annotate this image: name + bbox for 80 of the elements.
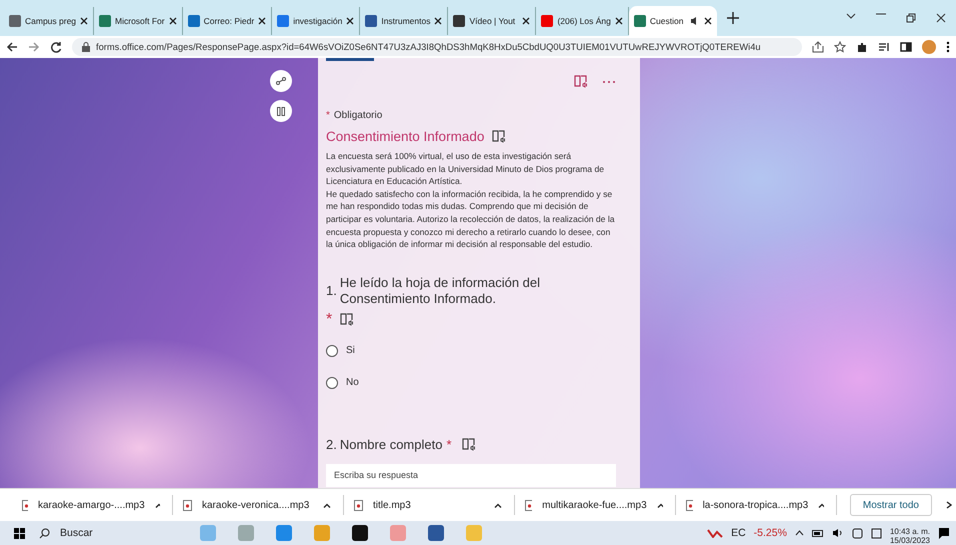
browser-tab[interactable]: Instrumentos [360, 7, 448, 35]
link-icon [276, 77, 286, 85]
answer-field[interactable]: Escriba su respuesta [326, 464, 616, 487]
header-bar [326, 58, 374, 61]
side-panel-icon[interactable] [900, 41, 912, 53]
immersive-reader-icon[interactable] [340, 313, 354, 326]
chevron-down-icon[interactable] [846, 13, 856, 19]
browser-tab[interactable]: investigación [272, 7, 360, 35]
download-name[interactable]: la-sonora-tropica....mp3 [702, 500, 808, 510]
browser-tab[interactable]: Correo: Piedr [182, 7, 272, 35]
browser-tab[interactable]: (206) Los Áng [536, 7, 629, 35]
immersive-reader-icon[interactable] [492, 130, 506, 143]
chevron-up-icon[interactable] [794, 530, 804, 536]
option-label[interactable]: Si [346, 345, 355, 356]
required-mark: * [446, 436, 452, 453]
more-icon[interactable] [602, 80, 616, 84]
lock-icon [82, 42, 90, 52]
immersive-reader-icon[interactable] [574, 75, 588, 88]
site-icon [99, 15, 112, 27]
menu-icon[interactable] [946, 41, 950, 53]
pause-button[interactable] [270, 100, 292, 122]
site-icon [365, 15, 378, 27]
browser-tab[interactable]: Campus preg [4, 7, 94, 35]
download-name[interactable]: multikaraoke-fue....mp3 [542, 500, 647, 510]
battery-icon[interactable] [812, 530, 824, 536]
file-icon[interactable] [22, 500, 28, 510]
required-note: Obligatorio [334, 110, 382, 121]
browser-tab[interactable]: Microsoft For [94, 7, 183, 35]
address-bar[interactable]: forms.office.com/Pages/ResponsePage.aspx?id=64W6sVOiZ0Se6NT47U3zAJ3I8QhDS3hMqK8HxDu5CbdUQ0U3TUIEM01VUTUwREJYWVROTjQ0TEREWi4u [72, 38, 802, 56]
notification-icon[interactable] [938, 527, 950, 539]
new-tab-icon[interactable] [726, 12, 739, 24]
link-button[interactable] [270, 70, 292, 92]
site-icon [541, 15, 554, 27]
puzzle-icon[interactable] [856, 41, 868, 53]
browser-tab[interactable]: Vídeo | Yout [448, 7, 536, 35]
site-icon [277, 15, 290, 27]
playlist-icon[interactable] [878, 41, 890, 53]
avatar[interactable] [922, 40, 936, 54]
radio-button[interactable] [326, 376, 338, 389]
browser-tab[interactable]: Cuestion [628, 6, 717, 36]
required-mark: * [326, 310, 332, 329]
question-number: 1. [326, 282, 337, 299]
volume-icon[interactable] [832, 528, 844, 538]
stock-change: -5.25% [754, 527, 787, 539]
download-name[interactable]: title.mp3 [373, 500, 484, 510]
file-icon[interactable] [525, 500, 532, 510]
show-all-button[interactable]: Mostrar todo [850, 494, 932, 516]
clock[interactable]: 10:43 a. m. 15/03/2023 [890, 527, 930, 545]
download-name[interactable]: karaoke-veronica....mp3 [202, 500, 313, 510]
search-icon [39, 528, 50, 538]
description-text: He quedado satisfecho con la información recibida, la he comprendido y se me han respondido todas mis dudas. Comprendo que mi decisión de participar es voluntaria. Autorizo la recolección de datos, la realización de la encuesta propuesta y conozco mi derecho a retirarlo cuando lo desee, con la única obligación de informar mi decisión al responsable del estudio. [326, 188, 616, 251]
stock-ticker: EC [731, 527, 746, 539]
question-title: Nombre completo [340, 436, 442, 453]
share-icon[interactable] [812, 41, 824, 53]
stock-icon [707, 528, 724, 538]
question-title: He leído la hoja de información del Consentimiento Informado. [340, 274, 542, 307]
download-name[interactable]: karaoke-amargo-....mp3 [38, 500, 145, 510]
site-icon [9, 15, 21, 27]
back-icon[interactable] [6, 41, 18, 53]
restore-icon[interactable] [906, 13, 916, 23]
file-icon[interactable] [354, 500, 363, 510]
search-field[interactable]: Buscar [25, 527, 189, 539]
immersive-reader-icon[interactable] [462, 438, 476, 452]
description-text: La encuesta será 100% virtual, el uso de esta investigación será exclusivamente publicado en la Universidad Minuto de Dios programa de Licenciatura en Educación Artística. [326, 150, 606, 188]
site-icon [188, 15, 200, 27]
site-icon [453, 15, 466, 27]
section-title: Consentimiento Informado [326, 129, 484, 144]
pause-icon [277, 106, 285, 116]
file-icon[interactable] [183, 500, 192, 510]
star-icon[interactable] [834, 41, 846, 53]
option-label[interactable]: No [346, 377, 359, 388]
question-number: 2. [326, 436, 337, 453]
radio-button[interactable] [326, 344, 338, 357]
file-icon[interactable] [686, 500, 693, 510]
minimize-icon[interactable] [876, 13, 886, 15]
required-mark: * [326, 110, 330, 121]
site-icon [634, 15, 646, 27]
reload-icon[interactable] [50, 41, 62, 53]
forward-icon[interactable] [28, 41, 40, 53]
windows-icon[interactable] [14, 528, 25, 538]
